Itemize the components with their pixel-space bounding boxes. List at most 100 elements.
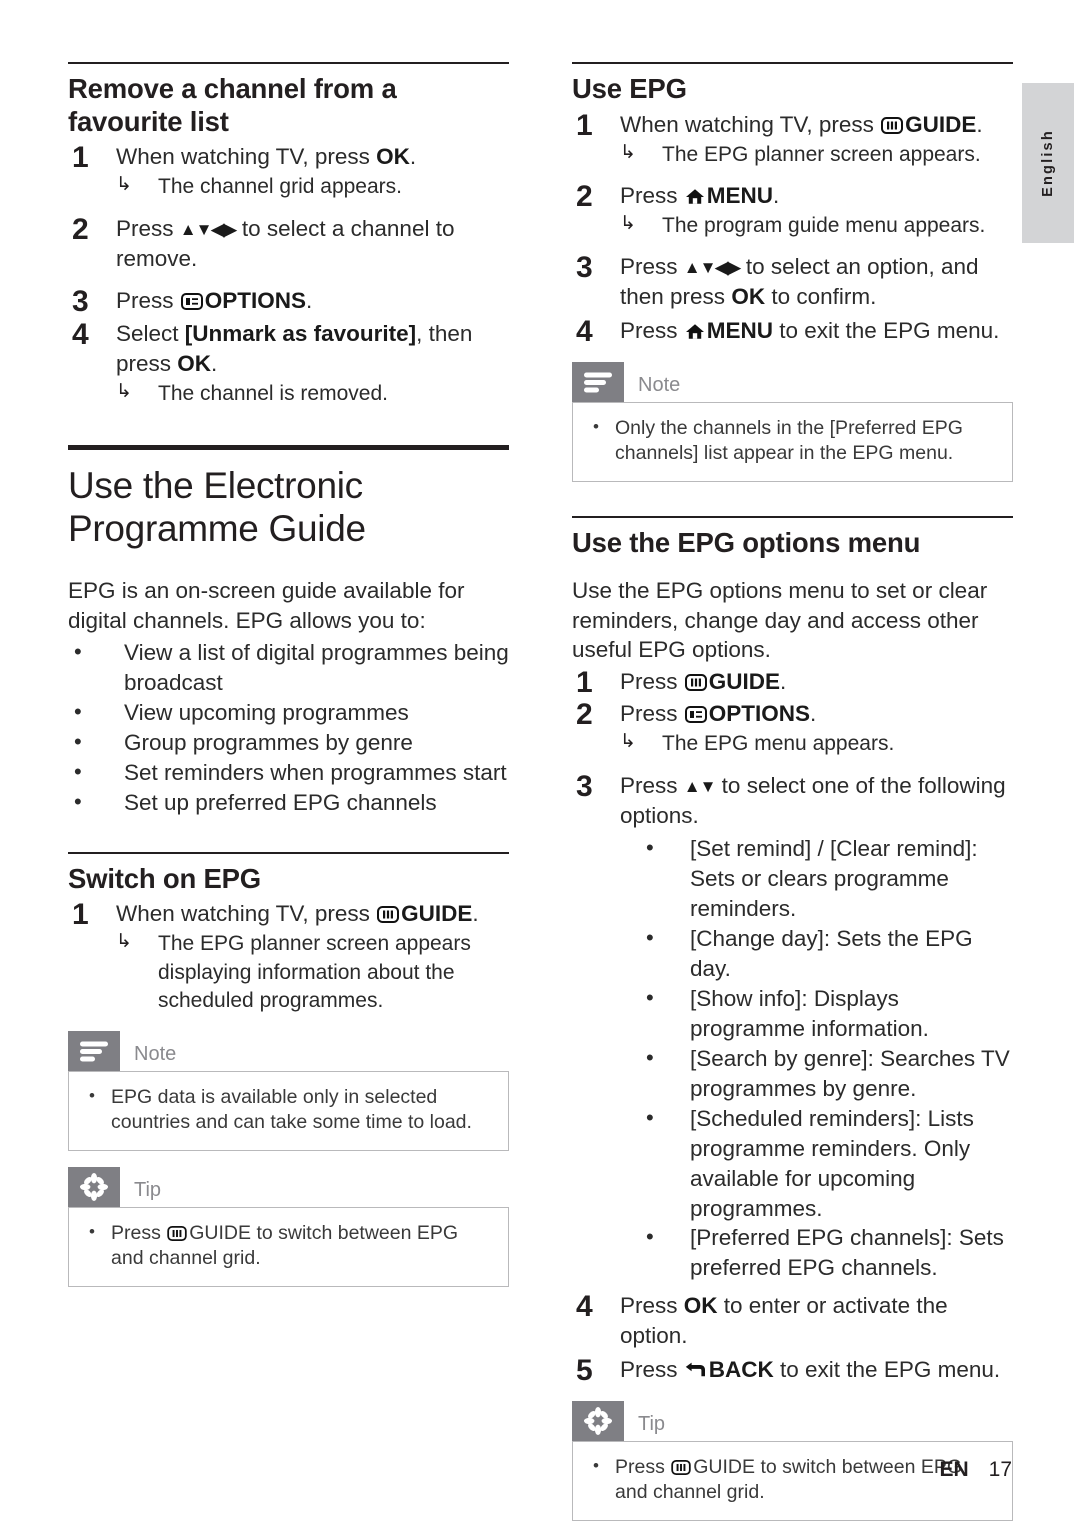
step-text-post: . [773, 182, 780, 208]
step-number: 4 [576, 1290, 593, 1324]
note-callout-title: Note [638, 374, 681, 397]
step-text: Press GUIDE. [620, 667, 1013, 697]
key-label-guide: GUIDE [905, 111, 977, 137]
section-heading-remove-favourite: Remove a channel from a favourite list [68, 73, 397, 137]
note-callout-title: Note [134, 1043, 177, 1066]
bullet-icon: • [74, 728, 82, 754]
manual-page: English Remove a channel from a favourit… [0, 0, 1080, 1527]
note-callout-body: • EPG data is available only in selected … [68, 1071, 509, 1152]
step-number: 3 [576, 251, 593, 285]
list-item: • Group programmes by genre [68, 728, 509, 758]
step-text: Press OPTIONS. [116, 286, 509, 316]
tip-callout: Tip • Press GUIDE to switch between EPG a… [68, 1167, 509, 1288]
note-item-post: list appear in the EPG menu. [698, 441, 954, 464]
page-footer: EN 17 [939, 1458, 1012, 1482]
step-text-pre: When watching TV, press [116, 901, 377, 927]
step-result: ↳ The EPG menu appears. [620, 730, 1013, 758]
step-text-post: . [306, 287, 313, 313]
step-item: 1 When watching TV, press GUIDE. ↳ The E… [68, 898, 509, 1015]
note-callout: Note • Only the channels in the [Preferre… [572, 362, 1013, 482]
result-text: The EPG planner screen appears displayin… [158, 932, 471, 1012]
step-text-post: . [780, 669, 787, 695]
bullet-icon: • [646, 985, 654, 1011]
list-item: • View a list of digital programmes being… [68, 638, 509, 698]
steps-switch-on-epg: 1 When watching TV, press GUIDE. ↳ The E… [68, 898, 509, 1015]
step-text-pre: Press [116, 215, 180, 241]
list-item: • Set reminders when programmes start [68, 758, 509, 788]
step-item: 5 Press BACK to exit the EPG menu. [572, 1354, 1013, 1387]
result-arrow-icon: ↳ [116, 174, 132, 196]
bullet-icon: • [646, 1104, 654, 1130]
step-item: 2 Press OPTIONS. ↳ The EPG menu appears. [572, 698, 1013, 758]
bullet-icon: • [646, 1224, 654, 1250]
bullet-icon: • [646, 925, 654, 951]
step-item: 3 Press OPTIONS. [68, 285, 509, 318]
step-item: 2 Press MENU. ↳ The program guide menu a… [572, 180, 1013, 240]
step-item: 4 Press MENU to exit the EPG menu. [572, 315, 1013, 348]
note-item-text: EPG data is available only in selected c… [111, 1086, 472, 1134]
step-text-pre: Press [620, 701, 684, 727]
step-text-pre: Press [620, 1357, 684, 1383]
list-item: • [Set remind] / [Clear remind]: Sets or … [620, 834, 1013, 924]
section-heading-epg-options: Use the EPG options menu [572, 526, 921, 558]
step-item: 4 Select [Unmark as favourite], then pre… [68, 318, 509, 408]
step-text-pre: Press [620, 254, 684, 280]
bullet-icon: • [89, 1222, 95, 1242]
epg-options-intro: Use the EPG options menu to set or clear… [572, 577, 988, 663]
key-label-guide: GUIDE [708, 669, 781, 695]
step-text-post: to confirm. [765, 284, 877, 310]
footer-page-number: 17 [988, 1458, 1012, 1481]
step-text-pre: Press [620, 772, 684, 798]
key-label-options: OPTIONS [708, 701, 811, 727]
chapter-feature-list: • View a list of digital programmes being… [68, 638, 509, 818]
bullet-icon: • [646, 835, 654, 861]
steps-epg-options-tail: 4 Press OK to enter or activate the opti… [572, 1290, 1013, 1387]
note-callout-header: Note [572, 362, 1013, 403]
tip-icon [572, 1401, 624, 1442]
key-label-guide: GUIDE [693, 1456, 756, 1479]
key-label-back: BACK [708, 1357, 774, 1383]
key-label-menu: MENU [706, 318, 774, 344]
option-label: [Scheduled reminders] [690, 1105, 916, 1131]
step-text-post: . [976, 111, 983, 137]
step-result: ↳ The program guide menu appears. [620, 212, 1013, 240]
step-text: Press MENU. [620, 181, 1013, 211]
note-icon [572, 362, 624, 403]
list-item: • View upcoming programmes [68, 698, 509, 728]
key-label-guide: GUIDE [401, 901, 473, 927]
step-result: ↳ The EPG planner screen appears. [620, 141, 1013, 169]
step-text-pre: Press [116, 287, 180, 313]
key-label-ok: OK [683, 1293, 718, 1319]
step-text-post: to exit the EPG menu. [773, 318, 1000, 344]
step-text-pre: When watching TV, press [116, 144, 377, 170]
section-rule [68, 851, 509, 854]
nav-arrows-icon: ▲▼◀▶ [683, 258, 741, 278]
note-item: • EPG data is available only in selected … [85, 1085, 492, 1135]
result-arrow-icon: ↳ [620, 141, 636, 163]
step-result: ↳ The EPG planner screen appears display… [116, 930, 509, 1015]
note-callout: Note • EPG data is available only in sele… [68, 1031, 509, 1152]
step-text: Press MENU to exit the EPG menu. [620, 316, 1013, 346]
step-item: 3 Press ▲▼ to select one of the followin… [572, 770, 1013, 1284]
bullet-icon: • [74, 698, 82, 724]
note-item-text: Only the channels in the [Preferred EPG … [615, 417, 963, 464]
chapter-rule [68, 444, 509, 450]
bullet-icon: • [74, 788, 82, 814]
guide-icon [377, 906, 400, 924]
bullet-icon: • [74, 639, 82, 665]
language-side-tab-label: English [1040, 129, 1056, 197]
section-remove-favourite: Remove a channel from a favourite list 1… [68, 62, 509, 409]
menu-item-bracket: [Unmark as favourite] [184, 321, 417, 347]
option-label: [Search by genre] [690, 1045, 868, 1071]
result-text: The channel grid appears. [158, 175, 402, 199]
note-callout-header: Note [68, 1031, 509, 1072]
step-number: 1 [576, 108, 593, 142]
back-arrow-icon [685, 1362, 707, 1379]
bullet-icon: • [593, 417, 599, 437]
key-label-options: OPTIONS [204, 287, 307, 313]
result-arrow-icon: ↳ [620, 212, 636, 234]
result-arrow-icon: ↳ [620, 731, 636, 753]
result-arrow-icon: ↳ [116, 381, 132, 403]
step-text: Press ▲▼ to select one of the following … [620, 771, 1013, 831]
result-text: The EPG planner screen appears. [662, 142, 981, 166]
